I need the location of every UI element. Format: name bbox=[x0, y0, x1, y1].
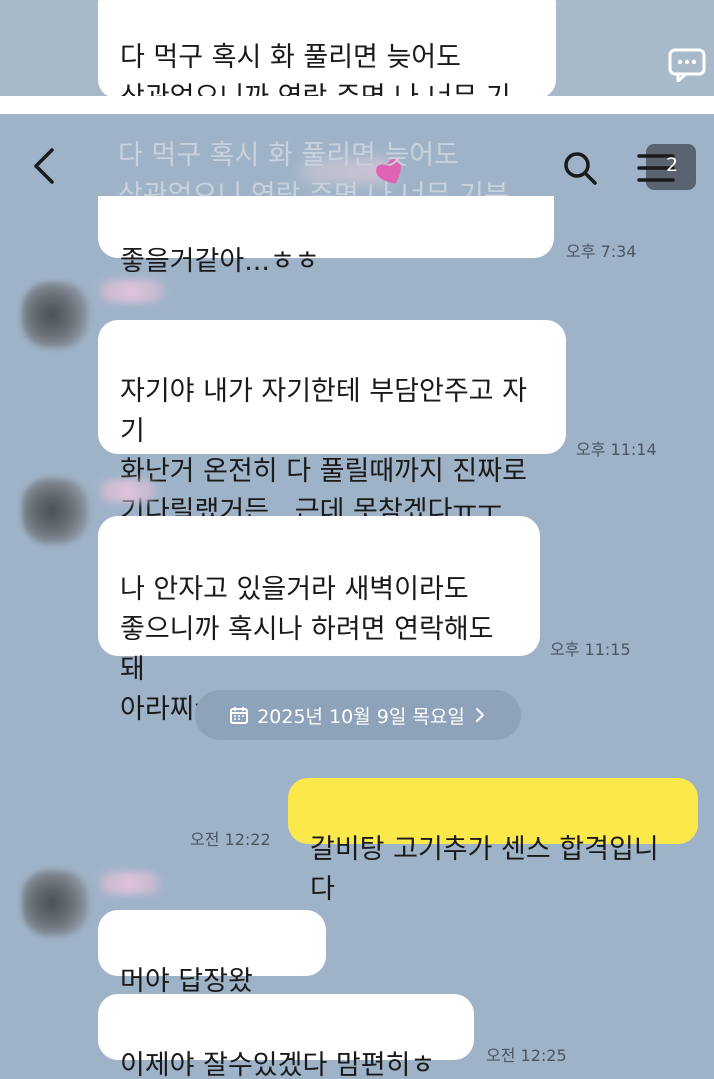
message-text: 자기야 내가 자기한테 부담안주고 자기 화난거 온전히 다 풀릴때까지 진짜로… bbox=[120, 376, 527, 527]
message-time: 오후 7:34 bbox=[566, 242, 637, 261]
message-text: 좋을거같아...ㅎㅎ bbox=[120, 246, 320, 277]
message-time: 오후 11:15 bbox=[550, 640, 631, 659]
menu-badge-count: 2 bbox=[666, 154, 679, 176]
chat-bubble-icon[interactable] bbox=[668, 48, 706, 83]
message-text: 이제야 잘수있겠다 맘편히ㅎㅎ bbox=[120, 1050, 436, 1079]
date-label: 2025년 10월 9일 목요일 bbox=[257, 705, 465, 728]
message-time: 오전 12:25 bbox=[486, 1046, 567, 1065]
chat-room[interactable]: 2 다 먹구 혹시 화 풀리면 늦어도 상관없으니 연락 주면 나 너무 기분 … bbox=[0, 114, 714, 1079]
message-time: 오전 12:22 bbox=[190, 830, 271, 849]
message-bubble[interactable]: 나 안자고 있을거라 새벽이라도 좋으니까 혹시나 하려면 연락해도돼 아라찌ㅠ… bbox=[98, 516, 540, 725]
back-arrow-icon[interactable] bbox=[30, 146, 60, 186]
chevron-right-icon bbox=[473, 706, 487, 724]
menu-icon[interactable]: 2 bbox=[632, 144, 696, 192]
message-text: 다 먹구 혹시 화 풀리면 늦어도 상관없으니까 연락 주면 나 너무 기분 좋… bbox=[120, 42, 511, 96]
message-bubble[interactable]: 이제야 잘수있겠다 맘편히ㅎㅎ bbox=[98, 994, 474, 1079]
avatar[interactable] bbox=[22, 870, 88, 936]
my-message-bubble[interactable]: 갈비탕 고기추가 센스 합격입니다 bbox=[288, 778, 698, 905]
calendar-icon bbox=[229, 705, 249, 725]
search-icon[interactable] bbox=[560, 148, 600, 188]
avatar[interactable] bbox=[22, 478, 88, 544]
message-time: 오후 11:14 bbox=[576, 440, 657, 459]
message-bubble[interactable]: 머야 답장왔다...! bbox=[98, 910, 326, 1037]
message-bubble[interactable]: 좋을거같아...ㅎㅎ bbox=[98, 196, 554, 277]
sender-name-blurred bbox=[100, 480, 156, 502]
sender-name-blurred bbox=[100, 872, 160, 894]
screenshot-divider bbox=[0, 96, 714, 114]
previous-screenshot-fragment: 다 먹구 혹시 화 풀리면 늦어도 상관없으니까 연락 주면 나 너무 기분 좋… bbox=[0, 0, 714, 96]
message-bubble-cropped: 다 먹구 혹시 화 풀리면 늦어도 상관없으니까 연락 주면 나 너무 기분 좋… bbox=[98, 0, 556, 96]
date-divider[interactable]: 2025년 10월 9일 목요일 bbox=[195, 690, 521, 740]
sender-name-blurred bbox=[100, 280, 164, 302]
message-text: 갈비탕 고기추가 센스 합격입니다 bbox=[310, 834, 659, 905]
avatar[interactable] bbox=[22, 282, 88, 348]
message-bubble[interactable]: 자기야 내가 자기한테 부담안주고 자기 화난거 온전히 다 풀릴때까지 진짜로… bbox=[98, 320, 566, 527]
